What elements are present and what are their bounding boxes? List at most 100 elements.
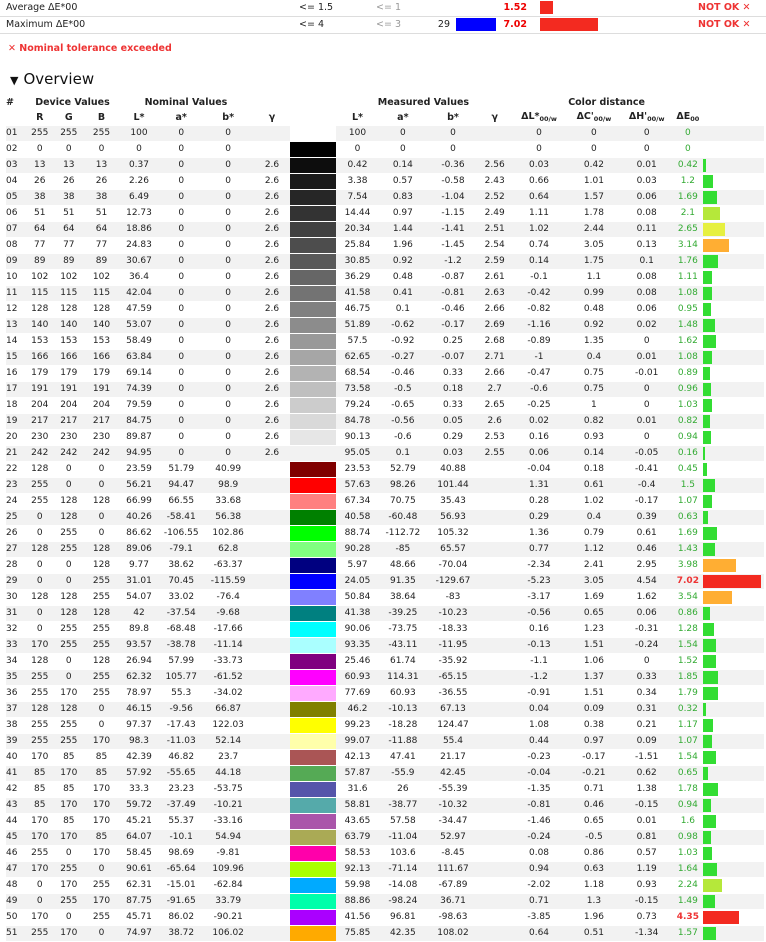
nominal-l: 78.97: [117, 685, 161, 702]
delta-l: -1.46: [510, 813, 568, 830]
patch-number: 16: [6, 365, 28, 382]
patch-number: 09: [6, 253, 28, 270]
device-b: 0: [85, 701, 118, 718]
delta-l: -0.24: [510, 829, 568, 846]
col-header-r: R: [36, 112, 44, 123]
device-r: 128: [27, 461, 53, 478]
nominal-gamma: 2.6: [254, 413, 290, 430]
patch-swatch: [289, 621, 337, 638]
measured-gamma: [478, 845, 511, 862]
device-g: 170: [52, 829, 86, 846]
delta-e-bar-cell: [702, 589, 764, 606]
delta-l: 0.16: [510, 621, 568, 638]
nominal-gamma: [254, 141, 290, 158]
average-target: <= 1.5: [299, 2, 334, 13]
nominal-l: 54.07: [117, 589, 161, 606]
delta-e-bar-cell: [702, 126, 764, 142]
nominal-a: 98.69: [160, 845, 203, 862]
delta-e: 1.57: [673, 925, 703, 942]
delta-e: 1.08: [673, 285, 703, 302]
delta-e-bar: [702, 671, 718, 684]
delta-e: 1.2: [673, 173, 703, 190]
average-result: NOT OK ✕: [698, 2, 751, 13]
nominal-b: -9.81: [202, 845, 255, 862]
measured-a: -0.65: [378, 397, 428, 414]
delta-e: 2.24: [673, 877, 703, 894]
nominal-l: 2.26: [117, 173, 161, 190]
device-r: 170: [27, 829, 53, 846]
device-r: 128: [27, 653, 53, 670]
nominal-l: 89.87: [117, 429, 161, 446]
delta-l: -0.56: [510, 605, 568, 622]
color-patch: [289, 798, 337, 813]
device-g: 0: [52, 477, 86, 494]
device-r: 77: [27, 237, 53, 254]
device-g: 128: [52, 605, 86, 622]
nominal-b: -33.16: [202, 813, 255, 830]
delta-h: 0: [620, 381, 674, 398]
device-g: 255: [52, 733, 86, 750]
device-r: 38: [27, 189, 53, 206]
nominal-l: 74.39: [117, 381, 161, 398]
delta-e-bar: [702, 175, 713, 188]
nominal-l: 89.8: [117, 621, 161, 638]
device-r: 64: [27, 221, 53, 238]
color-patch: [289, 718, 337, 733]
delta-c: 1.51: [567, 685, 621, 702]
table-row: 22 128 0 0 23.59 51.79 40.99 23.53 52.79 40.88 -0.…: [6, 461, 764, 478]
device-r: 85: [27, 797, 53, 814]
measured-l: 24.05: [336, 573, 379, 590]
collapse-triangle-icon: ▼: [10, 74, 19, 87]
nominal-gamma: [254, 509, 290, 526]
delta-e-bar-cell: [702, 685, 764, 702]
table-row: 39 255 255 170 98.3 -11.03 52.14 99.07 -11.88 55.…: [6, 733, 764, 750]
measured-l: 84.78: [336, 413, 379, 430]
nominal-gamma: [254, 893, 290, 910]
nominal-gamma: 2.6: [254, 205, 290, 222]
device-b: 255: [85, 669, 118, 686]
nominal-l: 24.83: [117, 237, 161, 254]
measured-l: 95.05: [336, 445, 379, 462]
device-g: 85: [52, 749, 86, 766]
delta-e-bar: [702, 431, 711, 444]
measured-b: 108.02: [427, 925, 479, 942]
patch-number: 20: [6, 429, 28, 446]
device-g: 128: [52, 589, 86, 606]
device-b: 0: [85, 461, 118, 478]
device-b: 85: [85, 765, 118, 782]
patch-swatch: [289, 525, 337, 542]
overview-section-toggle[interactable]: ▼ Overview: [10, 70, 94, 88]
color-patch: [289, 862, 337, 877]
measured-a: -73.75: [378, 621, 428, 638]
measured-b: -0.46: [427, 301, 479, 318]
delta-c: 0.65: [567, 605, 621, 622]
nominal-b: 122.03: [202, 717, 255, 734]
delta-e: 0.96: [673, 381, 703, 398]
device-r: 255: [27, 126, 53, 142]
table-row: 10 102 102 102 36.4 0 0 2.6 36.29 0.48 -0.87 2.61 -0…: [6, 269, 764, 286]
color-patch: [289, 814, 337, 829]
nominal-l: 66.99: [117, 493, 161, 510]
device-r: 85: [27, 765, 53, 782]
measured-l: 25.46: [336, 653, 379, 670]
nominal-a: 0: [160, 317, 203, 334]
nominal-l: 26.94: [117, 653, 161, 670]
nominal-a: 0: [160, 237, 203, 254]
delta-e: 0.89: [673, 365, 703, 382]
nominal-l: 84.75: [117, 413, 161, 430]
patch-number: 34: [6, 653, 28, 670]
measured-a: 1.96: [378, 237, 428, 254]
delta-c: 0.93: [567, 429, 621, 446]
delta-e-bar-cell: [702, 541, 764, 558]
delta-c: 0: [567, 141, 621, 158]
delta-e-bar-cell: [702, 557, 764, 574]
nominal-l: 59.72: [117, 797, 161, 814]
table-row: 04 26 26 26 2.26 0 0 2.6 3.38 0.57 -0.58 2.43 0.66 1.…: [6, 173, 764, 190]
patch-swatch: [289, 333, 337, 350]
nominal-b: -53.75: [202, 781, 255, 798]
delta-e: 1.28: [673, 621, 703, 638]
measured-b: -0.17: [427, 317, 479, 334]
measured-l: 63.79: [336, 829, 379, 846]
measured-b: -0.87: [427, 269, 479, 286]
delta-l: 0.66: [510, 173, 568, 190]
